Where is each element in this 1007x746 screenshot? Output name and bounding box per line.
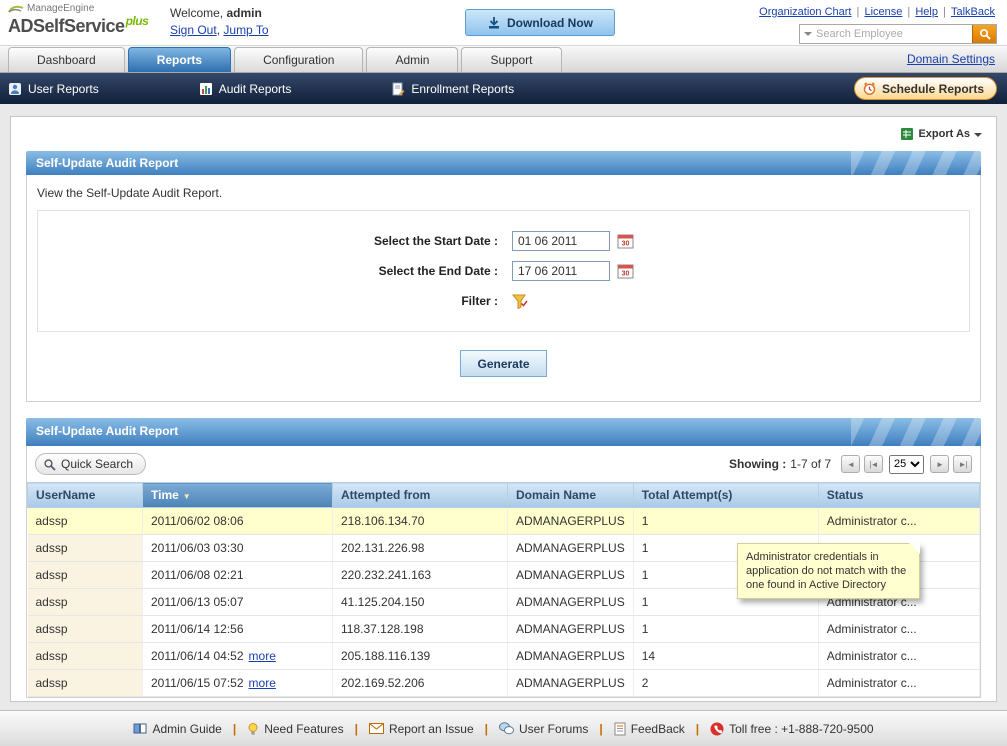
- table-row[interactable]: adssp 2011/06/02 08:06 218.106.134.70 AD…: [27, 507, 981, 535]
- col-domain-name[interactable]: Domain Name: [507, 482, 634, 508]
- document-icon: [614, 722, 626, 736]
- page-size-select[interactable]: 25: [889, 454, 924, 474]
- page-next-button[interactable]: ►: [930, 455, 949, 473]
- clock-icon: [862, 81, 877, 96]
- report-panel-title: Self-Update Audit Report: [26, 418, 981, 446]
- end-date-calendar-icon[interactable]: 30: [617, 263, 634, 279]
- search-input[interactable]: [816, 25, 972, 43]
- subnav-user-reports[interactable]: User Reports: [8, 82, 99, 96]
- tab-dashboard[interactable]: Dashboard: [8, 47, 125, 72]
- col-status[interactable]: Status: [817, 482, 981, 508]
- main-area: Export As Self-Update Audit Report View …: [0, 104, 1007, 710]
- search-icon: [979, 28, 991, 40]
- employee-search-box: [799, 24, 997, 44]
- tab-admin[interactable]: Admin: [366, 47, 459, 72]
- filter-panel-description: View the Self-Update Audit Report.: [37, 186, 223, 200]
- start-date-label: Select the Start Date :: [373, 234, 498, 248]
- welcome-label: Welcome,: [170, 6, 224, 20]
- schedule-reports-button[interactable]: Schedule Reports: [853, 77, 997, 100]
- svg-text:30: 30: [622, 271, 630, 278]
- brand-top: ManageEngine: [27, 3, 95, 14]
- license-link[interactable]: License: [864, 6, 902, 18]
- chevron-down-icon: [974, 132, 982, 141]
- report-issue-link[interactable]: Report an Issue: [368, 722, 474, 736]
- welcome-block: Welcome, admin Sign Out, Jump To: [170, 6, 269, 37]
- admin-guide-link[interactable]: Admin Guide: [133, 722, 222, 736]
- footer: Admin Guide | Need Features | Report an …: [0, 710, 1007, 746]
- table-row[interactable]: adssp 2011/06/14 12:56 118.37.128.198 AD…: [27, 615, 981, 643]
- showing-label: Showing :: [728, 457, 787, 471]
- content-box: Export As Self-Update Audit Report View …: [10, 116, 997, 702]
- jump-to-link[interactable]: Jump To: [223, 23, 268, 37]
- filter-panel: Self-Update Audit Report View the Self-U…: [26, 151, 981, 402]
- domain-settings-link[interactable]: Domain Settings: [907, 52, 995, 66]
- col-username[interactable]: UserName: [27, 482, 143, 508]
- download-now-button[interactable]: Download Now: [465, 9, 615, 36]
- tab-support[interactable]: Support: [461, 47, 562, 72]
- need-features-link[interactable]: Need Features: [247, 722, 344, 736]
- svg-text:30: 30: [622, 241, 630, 248]
- status-tooltip: Administrator credentials in application…: [737, 543, 920, 599]
- search-icon: [43, 458, 56, 471]
- start-date-input[interactable]: [512, 231, 610, 251]
- page-last-button[interactable]: ►|: [953, 455, 972, 473]
- main-nav: Dashboard Reports Configuration Admin Su…: [0, 46, 1007, 73]
- envelope-icon: [368, 723, 384, 734]
- col-attempted-from[interactable]: Attempted from: [332, 482, 508, 508]
- end-date-input[interactable]: [512, 261, 610, 281]
- start-date-calendar-icon[interactable]: 30: [617, 233, 634, 249]
- more-link[interactable]: more: [249, 649, 276, 663]
- search-scope-dropdown[interactable]: [800, 25, 816, 43]
- feedback-link[interactable]: FeedBack: [614, 722, 685, 736]
- toll-free-number: Toll free : +1-888-720-9500: [710, 722, 874, 736]
- col-time[interactable]: Time ▼: [142, 482, 333, 508]
- user-reports-icon: [8, 82, 22, 96]
- more-link[interactable]: more: [249, 676, 276, 690]
- search-go-button[interactable]: [972, 25, 996, 43]
- brand-main: ADSelfService: [8, 16, 125, 36]
- top-bar: ManageEngine ADSelfServiceplus Welcome, …: [0, 0, 1007, 46]
- quick-search-button[interactable]: Quick Search: [35, 453, 147, 475]
- talkback-link[interactable]: TalkBack: [951, 6, 995, 18]
- date-filter-form: Select the Start Date : 30 Select the En…: [37, 210, 970, 332]
- top-links: Organization Chart | License | Help | Ta…: [759, 6, 995, 18]
- table-row[interactable]: adssp 2011/06/14 04:52 more 205.188.116.1…: [27, 642, 981, 670]
- help-link[interactable]: Help: [915, 6, 938, 18]
- username: admin: [226, 6, 262, 20]
- page-prev-button[interactable]: ◄: [841, 455, 860, 473]
- organization-chart-link[interactable]: Organization Chart: [759, 6, 851, 18]
- chevron-down-icon: [804, 32, 812, 40]
- export-as-button[interactable]: Export As: [900, 127, 982, 141]
- enrollment-reports-icon: [391, 82, 405, 96]
- sort-desc-icon: ▼: [182, 492, 191, 501]
- pagination: Showing : 1-7 of 7 ◄ |◄ 25 ► ►|: [728, 454, 972, 474]
- download-icon: [487, 16, 501, 30]
- subnav-audit-reports[interactable]: Audit Reports: [199, 82, 291, 96]
- logo-swoosh-icon: [8, 4, 24, 13]
- end-date-label: Select the End Date :: [378, 264, 498, 278]
- brand-plus: plus: [125, 14, 149, 28]
- book-icon: [133, 722, 147, 735]
- phone-icon: [710, 722, 724, 736]
- tab-reports[interactable]: Reports: [127, 47, 232, 72]
- showing-range: 1-7 of 7: [790, 457, 831, 471]
- tab-configuration[interactable]: Configuration: [234, 47, 364, 72]
- audit-reports-icon: [199, 82, 213, 96]
- subnav-enrollment-reports[interactable]: Enrollment Reports: [391, 82, 514, 96]
- table-row[interactable]: adssp 2011/06/15 07:52 more 202.169.52.20…: [27, 669, 981, 697]
- chat-bubbles-icon: [499, 722, 515, 735]
- export-icon: [900, 127, 914, 141]
- col-total-attempts[interactable]: Total Attempt(s): [632, 482, 819, 508]
- filter-panel-title: Self-Update Audit Report: [26, 151, 981, 175]
- page-first-button[interactable]: |◄: [864, 455, 883, 473]
- filter-funnel-icon[interactable]: [512, 294, 528, 309]
- lightbulb-icon: [247, 722, 259, 736]
- generate-button[interactable]: Generate: [460, 350, 547, 377]
- filter-label: Filter :: [461, 294, 498, 308]
- user-forums-link[interactable]: User Forums: [499, 722, 588, 736]
- app-logo: ManageEngine ADSelfServiceplus: [8, 3, 149, 37]
- sign-out-link[interactable]: Sign Out: [170, 23, 217, 37]
- reports-subnav: User Reports Audit Reports Enrollment Re…: [0, 73, 1007, 104]
